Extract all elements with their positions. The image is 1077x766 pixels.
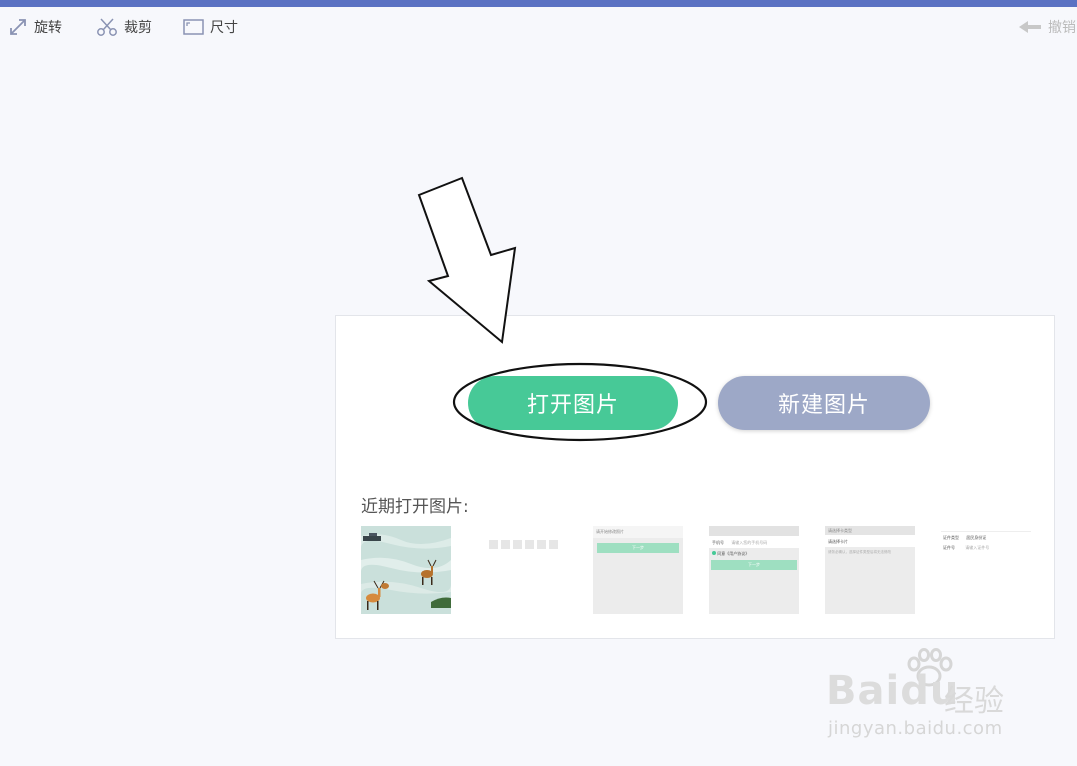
resize-icon [183,19,204,35]
recent-image-blank-squares[interactable] [477,526,567,614]
rotate-icon [10,19,26,35]
thumb-field-row: 手机号 请输入您的手机号码 [709,536,799,548]
recent-image-form-2[interactable]: 手机号 请输入您的手机号码 同意《用户协议》 下一步 [709,526,799,614]
open-image-button[interactable]: 打开图片 [468,376,678,430]
thumb-check-text: 同意《用户协议》 [717,551,750,556]
undo-button[interactable]: 撤销 [1018,16,1076,38]
thumb-header-text: 请开始修改照片 [593,526,683,538]
size-tool[interactable]: 尺寸 [183,16,238,38]
thumb-row2-value: 请输入证件号 [965,545,990,550]
recent-image-form-4[interactable]: 证件类型 居民身份证 证件号 请输入证件号 [941,526,1031,614]
rotate-tool[interactable]: 旋转 [8,16,62,38]
crop-label: 裁剪 [124,20,152,36]
thumb-divider [941,531,1031,532]
watermark-logo-text: Baidu [826,668,960,714]
size-label: 尺寸 [210,20,238,36]
recent-image-deer-photo[interactable] [361,526,451,614]
baidu-watermark: Baidu 经验 jingyan.baidu.com [826,648,1026,748]
recent-images-list: 请开始修改照片 下一步 手机号 请输入您的手机号码 同意《用户协议》 下一步 请… [361,526,1041,616]
watermark-url-text: jingyan.baidu.com [828,718,1003,739]
thumb-check-icon [712,551,716,555]
recent-image-form-3[interactable]: 请选择卡类型 请选择卡片 请务必确认，选择证件类型后将无法修改 [825,526,915,614]
thumb-row-text: 请选择卡片 [825,535,915,547]
open-image-panel: 打开图片 新建图片 近期打开图片: 请开始修改照片 下一步 手机号 请输入您的手… [335,315,1055,639]
thumb-field-label: 手机号 [712,540,724,545]
crop-tool[interactable]: 裁剪 [96,16,152,38]
recent-image-form-1[interactable]: 请开始修改照片 下一步 [593,526,683,614]
recent-images-label: 近期打开图片: [361,497,469,517]
thumb-row2-label: 证件号 [943,545,955,550]
deer-photo-image [361,526,451,614]
thumb-row-2: 证件号 请输入证件号 [943,545,989,551]
thumb-check-row: 同意《用户协议》 [712,551,749,557]
rotate-label: 旋转 [34,20,62,36]
thumb-field-placeholder: 请输入您的手机号码 [731,540,768,545]
thumb-header-text: 请选择卡类型 [825,526,915,535]
blank-squares-image [489,540,558,549]
thumb-next-button: 下一步 [711,560,797,570]
toolbar: 旋转 裁剪 尺寸 撤销 [0,7,1077,47]
scissors-icon [97,18,117,36]
undo-label: 撤销 [1048,20,1076,36]
watermark-cn-text: 经验 [944,684,1004,719]
thumb-note-text: 请务必确认，选择证件类型后将无法修改 [828,550,891,554]
undo-arrow-icon [1019,21,1041,33]
new-image-button[interactable]: 新建图片 [718,376,930,430]
thumb-next-button: 下一步 [597,543,679,553]
thumb-status-bar [709,526,799,536]
thumb-row1-label: 证件类型 [943,535,959,540]
top-accent-bar [0,0,1077,7]
thumb-row-1: 证件类型 居民身份证 [943,535,986,541]
thumb-row1-value: 居民身份证 [966,535,987,540]
